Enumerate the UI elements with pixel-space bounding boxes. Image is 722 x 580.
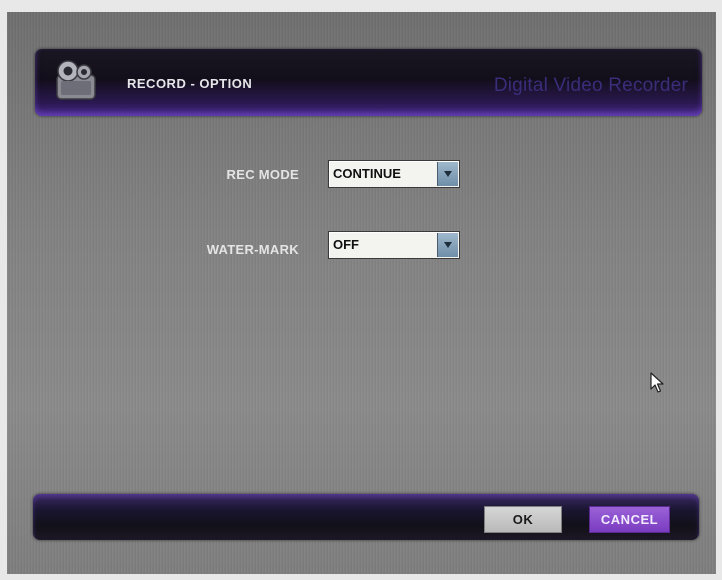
page-title: RECORD - OPTION: [127, 76, 253, 91]
dvr-screen: RECORD - OPTION Digital Video Recorder R…: [7, 12, 716, 574]
ok-button[interactable]: OK: [484, 506, 562, 533]
cancel-button[interactable]: CANCEL: [589, 506, 670, 533]
rec-mode-label: REC MODE: [226, 167, 299, 182]
rec-mode-value: CONTINUE: [333, 166, 401, 181]
mouse-cursor-icon: [650, 372, 664, 393]
button-bar: OK CANCEL: [33, 494, 699, 540]
water-mark-select[interactable]: OFF: [328, 231, 460, 259]
chevron-down-icon[interactable]: [437, 233, 458, 257]
water-mark-value: OFF: [333, 237, 359, 252]
water-mark-label: WATER-MARK: [206, 242, 299, 257]
title-bar: RECORD - OPTION Digital Video Recorder: [35, 49, 702, 116]
rec-mode-select[interactable]: CONTINUE: [328, 160, 460, 188]
camera-icon: [56, 60, 96, 100]
brand-logo-text: Digital Video Recorder: [493, 75, 688, 96]
chevron-down-icon[interactable]: [437, 162, 458, 186]
